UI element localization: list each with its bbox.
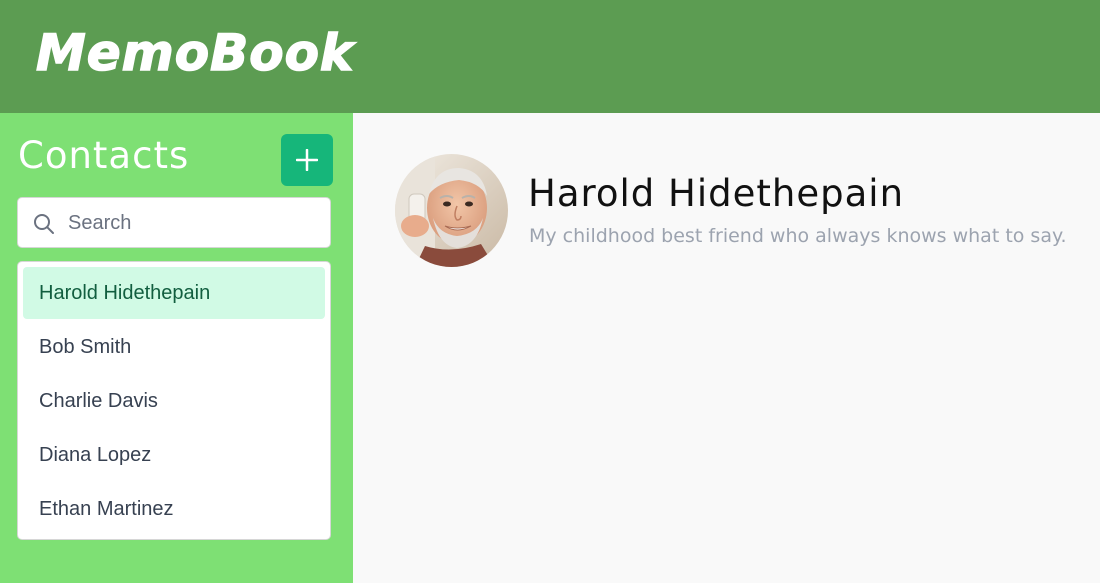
plus-icon — [296, 149, 318, 171]
add-contact-button[interactable] — [281, 134, 333, 186]
search-box — [17, 197, 331, 248]
contacts-heading: Contacts — [18, 134, 190, 177]
search-input[interactable] — [68, 206, 318, 240]
contact-item-diana-lopez[interactable]: Diana Lopez — [23, 429, 325, 481]
contact-item-ethan-martinez[interactable]: Ethan Martinez — [23, 483, 325, 535]
contact-list: Harold Hidethepain Bob Smith Charlie Dav… — [17, 261, 331, 540]
app-header: MemoBook — [0, 0, 1100, 113]
contact-item-bob-smith[interactable]: Bob Smith — [23, 321, 325, 373]
contact-name-heading: Harold Hidethepain — [528, 172, 905, 215]
contact-avatar-photo — [395, 154, 508, 267]
contact-avatar — [395, 154, 508, 267]
contact-detail-panel: Harold Hidethepain My childhood best fri… — [353, 113, 1100, 583]
contacts-sidebar: Contacts Harold Hidethepain Bob Smith Ch… — [0, 113, 353, 583]
contact-item-charlie-davis[interactable]: Charlie Davis — [23, 375, 325, 427]
search-icon — [34, 214, 54, 234]
contact-item-harold-hidethepain[interactable]: Harold Hidethepain — [23, 267, 325, 319]
app-logo[interactable]: MemoBook — [35, 22, 354, 84]
contact-description: My childhood best friend who always know… — [529, 225, 1067, 247]
